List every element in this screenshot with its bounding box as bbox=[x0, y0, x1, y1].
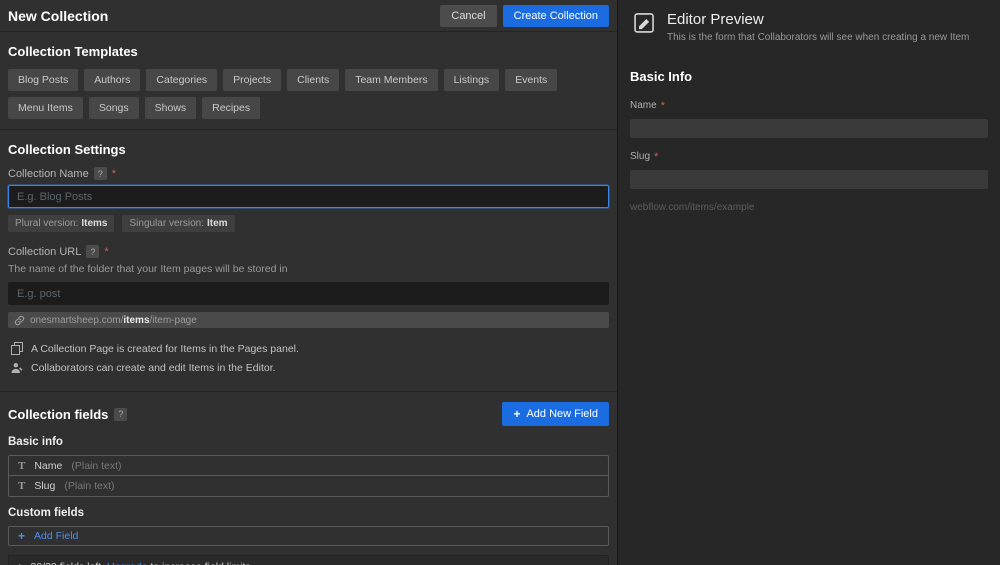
basic-info-heading: Basic info bbox=[8, 436, 63, 448]
template-chip-team-members[interactable]: Team Members bbox=[345, 69, 438, 91]
editor-preview-panel: Editor Preview This is the form that Col… bbox=[618, 0, 1000, 565]
limit-text-after: to increase field limits. bbox=[150, 561, 253, 565]
preview-name-label-text: Name bbox=[630, 100, 657, 111]
template-chip-menu-items[interactable]: Menu Items bbox=[8, 97, 83, 119]
template-chip-recipes[interactable]: Recipes bbox=[202, 97, 261, 119]
collection-name-input[interactable] bbox=[8, 185, 609, 208]
collection-url-label-row: Collection URL ? * bbox=[8, 245, 609, 258]
template-chip-authors[interactable]: Authors bbox=[84, 69, 141, 91]
note-collection-page-text: A Collection Page is created for Items i… bbox=[31, 342, 299, 355]
add-field-label: Add Field bbox=[34, 530, 79, 542]
help-icon[interactable]: ? bbox=[93, 167, 107, 180]
note-collaborators: Collaborators can create and edit Items … bbox=[11, 362, 609, 374]
url-suffix: /item-page bbox=[149, 314, 197, 326]
preview-url-hint: webflow.com/items/example bbox=[630, 202, 755, 213]
basic-fields-list: T Name (Plain text) T Slug (Plain text) bbox=[8, 455, 609, 497]
fields-header: Collection fields ? + Add New Field bbox=[8, 402, 609, 426]
settings-heading: Collection Settings bbox=[8, 142, 126, 157]
template-chip-songs[interactable]: Songs bbox=[88, 97, 139, 119]
create-collection-button[interactable]: Create Collection bbox=[502, 4, 609, 27]
plain-text-icon: T bbox=[18, 459, 26, 472]
singular-label: Singular version: bbox=[129, 218, 204, 229]
upgrade-arrow-icon: ↑ bbox=[17, 561, 23, 565]
editor-preview-header: Editor Preview This is the form that Col… bbox=[630, 10, 988, 57]
note-collection-page: A Collection Page is created for Items i… bbox=[11, 342, 609, 355]
field-limit-bar: ↑ 30/30 fields left.Upgradeto increase f… bbox=[8, 555, 609, 565]
collection-url-block: Collection URL ? * The name of the folde… bbox=[8, 245, 609, 328]
help-icon[interactable]: ? bbox=[114, 407, 128, 421]
info-notes: A Collection Page is created for Items i… bbox=[8, 342, 609, 374]
new-collection-window: New Collection Cancel Create Collection … bbox=[0, 0, 1000, 565]
field-type: (Plain text) bbox=[64, 480, 115, 492]
note-collaborators-text: Collaborators can create and edit Items … bbox=[31, 362, 276, 374]
custom-fields-heading: Custom fields bbox=[8, 507, 85, 519]
upgrade-link[interactable]: Upgrade bbox=[107, 561, 147, 565]
singular-version-tag: Singular version: Item bbox=[122, 215, 235, 232]
help-icon[interactable]: ? bbox=[86, 245, 100, 258]
template-chip-categories[interactable]: Categories bbox=[146, 69, 218, 91]
field-row-name[interactable]: T Name (Plain text) bbox=[9, 456, 608, 476]
preview-slug-label-text: Slug bbox=[630, 151, 651, 162]
cancel-button[interactable]: Cancel bbox=[440, 4, 497, 27]
preview-slug-label: Slug * bbox=[630, 151, 988, 163]
field-limit-text: 30/30 fields left.Upgradeto increase fie… bbox=[31, 561, 254, 565]
field-name: Name bbox=[34, 459, 63, 472]
dialog-header: New Collection Cancel Create Collection bbox=[0, 0, 617, 32]
editor-preview-icon bbox=[634, 13, 654, 33]
editor-preview-title: Editor Preview bbox=[667, 11, 764, 28]
plus-icon: + bbox=[513, 407, 521, 421]
collection-templates-section: Collection Templates Blog Posts Authors … bbox=[0, 32, 617, 130]
collection-name-label: Collection Name bbox=[8, 167, 89, 180]
add-field-button[interactable]: + Add Field bbox=[8, 526, 609, 546]
template-chip-clients[interactable]: Clients bbox=[287, 69, 340, 91]
field-row-slug[interactable]: T Slug (Plain text) bbox=[9, 476, 608, 496]
link-icon bbox=[14, 315, 25, 325]
fields-title-wrap: Collection fields ? bbox=[8, 406, 128, 422]
url-preview-text: onesmartsheep.com/items/item-page bbox=[30, 315, 197, 326]
collection-name-label-row: Collection Name ? * bbox=[8, 167, 609, 180]
required-asterisk: * bbox=[660, 100, 665, 112]
plural-version-tag: Plural version: Items bbox=[8, 215, 115, 232]
fields-heading: Collection fields bbox=[8, 406, 109, 422]
preview-name-input bbox=[630, 119, 988, 138]
version-tags: Plural version: Items Singular version: It… bbox=[8, 215, 609, 232]
collection-settings-section: Collection Settings Collection Name ? * … bbox=[0, 130, 617, 392]
plural-value: Items bbox=[81, 218, 108, 229]
add-new-field-button[interactable]: + Add New Field bbox=[502, 402, 609, 426]
collaborator-icon bbox=[11, 363, 23, 373]
template-chip-events[interactable]: Events bbox=[505, 69, 558, 91]
collection-fields-section: Collection fields ? + Add New Field Basi… bbox=[0, 392, 617, 565]
collection-url-input[interactable] bbox=[8, 282, 609, 305]
url-folder: items bbox=[123, 314, 150, 326]
plus-icon: + bbox=[18, 529, 26, 543]
preview-name-label: Name * bbox=[630, 100, 988, 112]
field-type: (Plain text) bbox=[71, 459, 122, 472]
collection-url-help-text: The name of the folder that your Item pa… bbox=[8, 263, 288, 275]
limit-text-before: 30/30 fields left. bbox=[31, 561, 105, 565]
preview-basic-info-heading: Basic Info bbox=[630, 69, 693, 84]
page-title: New Collection bbox=[8, 7, 109, 24]
editor-preview-titles: Editor Preview This is the form that Col… bbox=[667, 10, 969, 43]
template-chip-list: Blog Posts Authors Categories Projects C… bbox=[8, 69, 609, 119]
editor-preview-subtitle: This is the form that Collaborators will… bbox=[667, 32, 970, 43]
collection-form-panel: New Collection Cancel Create Collection … bbox=[0, 0, 618, 565]
template-chip-listings[interactable]: Listings bbox=[443, 69, 500, 91]
required-asterisk: * bbox=[104, 245, 109, 258]
field-name: Slug bbox=[34, 480, 56, 492]
template-chip-blog-posts[interactable]: Blog Posts bbox=[8, 69, 79, 91]
url-prefix: onesmartsheep.com/ bbox=[30, 314, 124, 326]
url-preview-bar: onesmartsheep.com/items/item-page bbox=[8, 312, 609, 328]
preview-slug-input bbox=[630, 170, 988, 189]
template-chip-projects[interactable]: Projects bbox=[223, 69, 282, 91]
plural-label: Plural version: bbox=[15, 218, 79, 229]
collection-url-label: Collection URL bbox=[8, 245, 82, 258]
plain-text-icon: T bbox=[18, 480, 26, 492]
templates-heading: Collection Templates bbox=[8, 44, 138, 59]
required-asterisk: * bbox=[111, 167, 116, 180]
pages-icon bbox=[11, 342, 23, 355]
template-chip-shows[interactable]: Shows bbox=[144, 97, 197, 119]
add-new-field-label: Add New Field bbox=[526, 408, 598, 420]
required-asterisk: * bbox=[654, 151, 659, 163]
singular-value: Item bbox=[206, 218, 228, 229]
